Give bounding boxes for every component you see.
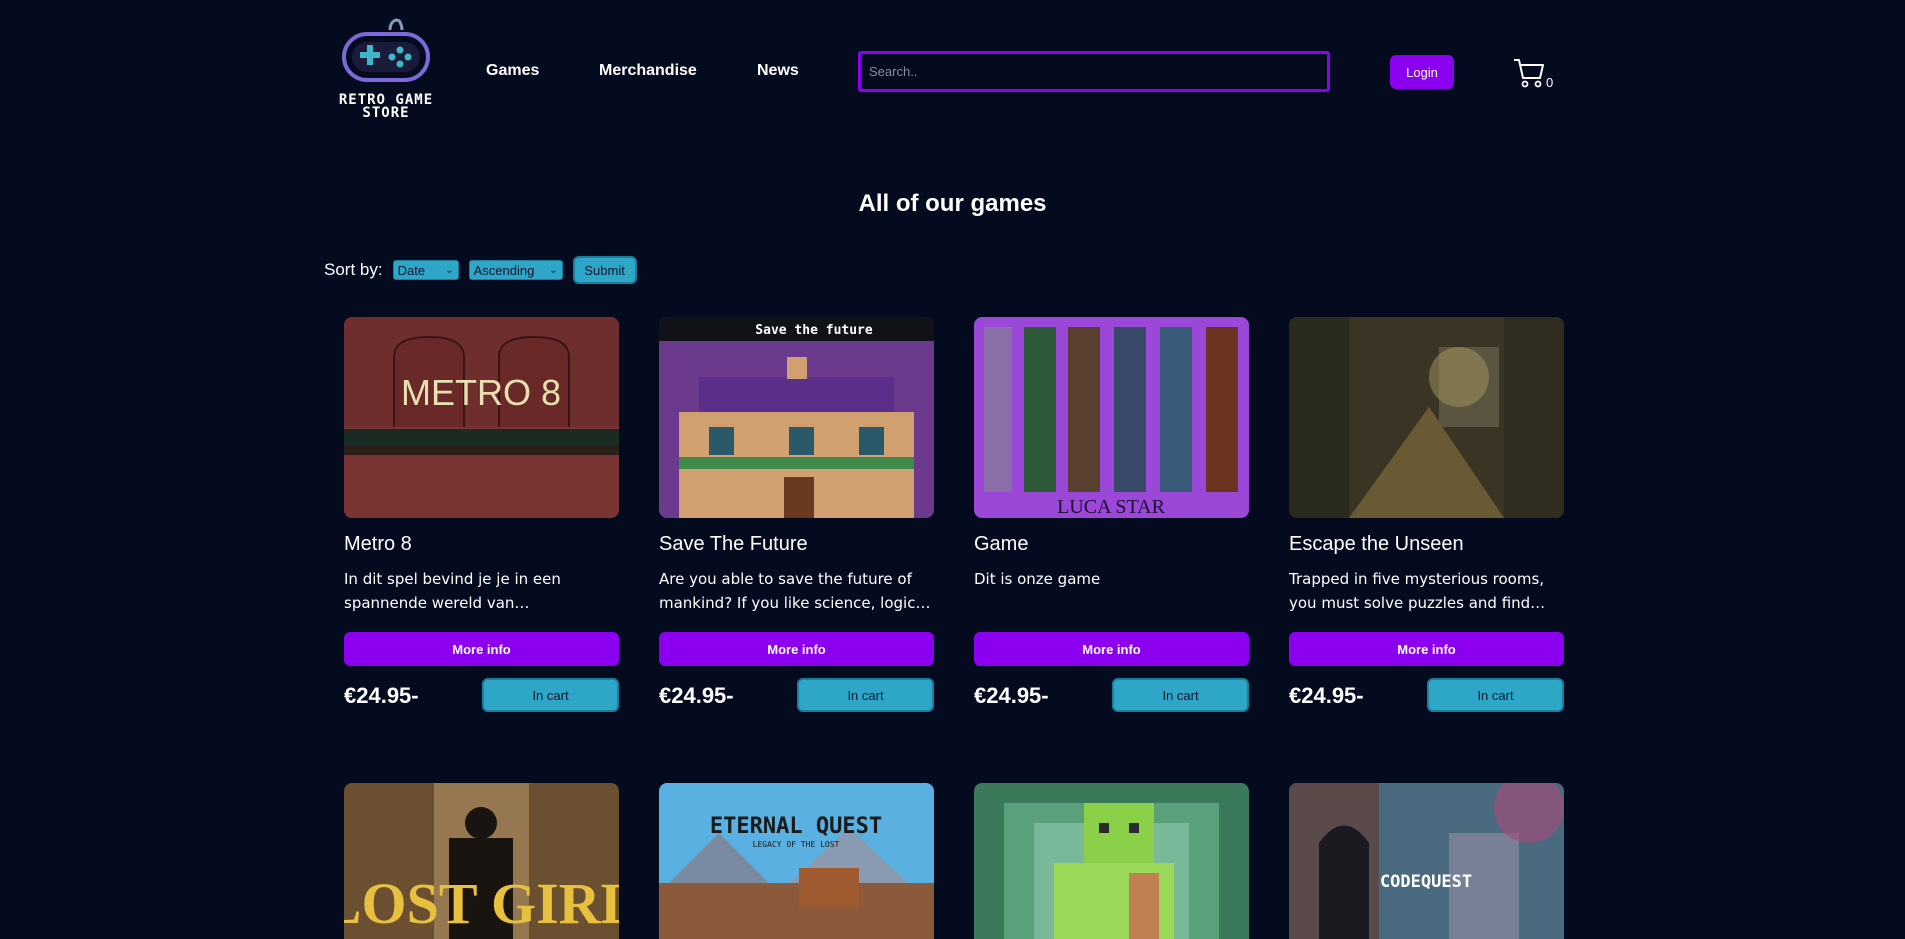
logo-text: RETRO GAME STORE	[324, 93, 448, 121]
image-label: CODEQUEST	[1380, 872, 1472, 892]
more-info-button[interactable]: More info	[1289, 632, 1564, 666]
game-image[interactable]: METRO 8	[344, 317, 619, 518]
chevron-down-icon: ⌄	[445, 264, 454, 276]
sort-order-value: Ascending	[473, 262, 535, 278]
image-sublabel: LEGACY OF THE LOST	[753, 840, 840, 849]
game-description: Dit is onze game	[974, 570, 1101, 588]
cart-icon	[1514, 59, 1544, 88]
image-label: LUCA STAR	[1057, 496, 1166, 518]
game-price: €24.95-	[344, 683, 419, 708]
page-title: All of our games	[858, 190, 1047, 217]
game-title: Metro 8	[344, 533, 412, 555]
cart-button[interactable]: 0	[1512, 56, 1556, 90]
image-label: METRO 8	[401, 372, 561, 413]
game-description: Trapped in five mysterious rooms, you mu…	[1289, 570, 1545, 612]
gamepad-icon	[342, 18, 430, 82]
sort-field-select[interactable]: Date ⌄	[392, 260, 459, 280]
game-description: In dit spel bevind je je in een spannend…	[344, 570, 561, 612]
game-description: Are you able to save the future of manki…	[659, 570, 929, 612]
logo[interactable]: RETRO GAME STORE	[324, 16, 448, 120]
sort-bar: Sort by: Date ⌄ Ascending ⌄ Submit	[324, 255, 637, 285]
sort-order-select[interactable]: Ascending ⌄	[468, 260, 563, 280]
game-price: €24.95-	[659, 683, 734, 708]
add-to-cart-button[interactable]: In cart	[1427, 678, 1564, 712]
game-image[interactable]	[974, 783, 1249, 939]
logo-line-2: STORE	[362, 105, 410, 121]
image-label: ETERNAL QUEST	[710, 814, 882, 839]
game-image[interactable]: LOST GIRL	[344, 783, 619, 939]
more-info-button[interactable]: More info	[659, 632, 934, 666]
game-title: Game	[974, 533, 1029, 555]
search-input[interactable]	[858, 51, 1330, 92]
game-image[interactable]: LUCA STAR	[974, 317, 1249, 518]
image-label: LOST GIRL	[344, 871, 619, 936]
nav-games[interactable]: Games	[486, 62, 539, 80]
site-header: RETRO GAME STORE Games Merchandise News …	[0, 0, 1905, 130]
sort-field-value: Date	[397, 262, 426, 278]
game-image[interactable]	[1289, 317, 1564, 518]
nav-news[interactable]: News	[757, 62, 799, 80]
more-info-button[interactable]: More info	[974, 632, 1249, 666]
add-to-cart-button[interactable]: In cart	[1112, 678, 1249, 712]
sort-label: Sort by:	[324, 260, 383, 279]
game-image[interactable]: ETERNAL QUEST LEGACY OF THE LOST	[659, 783, 934, 939]
game-image[interactable]: CODEQUEST	[1289, 783, 1564, 939]
game-price: €24.95-	[974, 683, 1049, 708]
game-price: €24.95-	[1289, 683, 1364, 708]
chevron-down-icon: ⌄	[549, 264, 558, 276]
game-title: Escape the Unseen	[1289, 533, 1464, 555]
more-info-button[interactable]: More info	[344, 632, 619, 666]
image-label: Save the future	[755, 323, 873, 338]
add-to-cart-button[interactable]: In cart	[797, 678, 934, 712]
add-to-cart-button[interactable]: In cart	[482, 678, 619, 712]
login-button[interactable]: Login	[1390, 55, 1454, 89]
game-image[interactable]: Save the future	[659, 317, 934, 518]
submit-button[interactable]: Submit	[572, 256, 637, 284]
game-title: Save The Future	[659, 533, 808, 555]
cart-count: 0	[1546, 75, 1554, 90]
nav-merchandise[interactable]: Merchandise	[599, 62, 697, 80]
